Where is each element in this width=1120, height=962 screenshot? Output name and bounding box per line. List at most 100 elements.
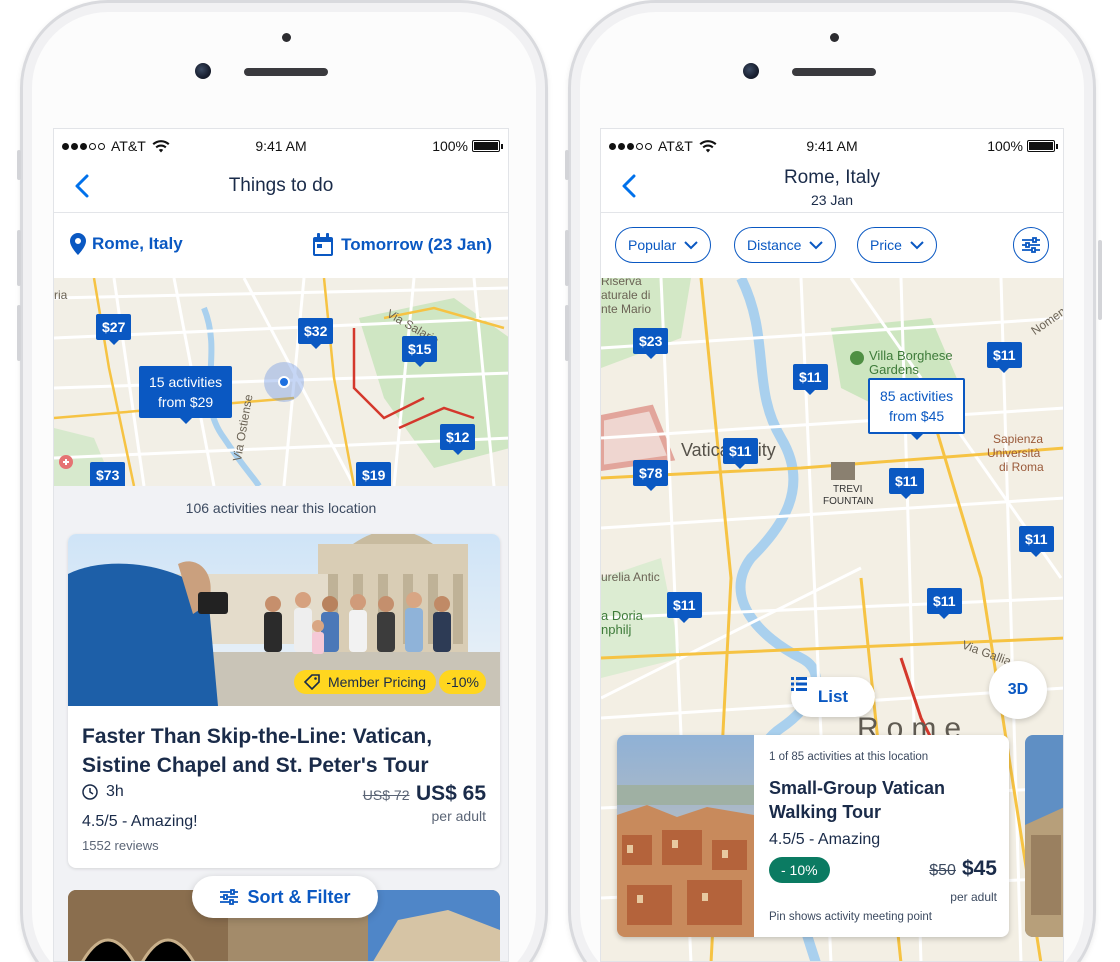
chip-label: Price bbox=[870, 237, 902, 253]
map-price-pin[interactable]: $15 bbox=[402, 336, 438, 367]
status-bar: AT&T 9:41 AM 100% bbox=[601, 129, 1063, 161]
list-view-button[interactable]: List bbox=[791, 677, 875, 717]
activity-list: 106 activities near this location Member… bbox=[54, 486, 508, 961]
location-selector[interactable]: Rome, Italy bbox=[70, 233, 183, 255]
page-subtitle: 23 Jan bbox=[810, 192, 854, 208]
activity-title[interactable]: Small-Group Vatican Walking Tour bbox=[769, 776, 999, 824]
sort-price-chip[interactable]: Price bbox=[857, 227, 937, 263]
activity-position: 1 of 85 activities at this location bbox=[769, 751, 929, 763]
map-label-sapienza: Sapienza bbox=[993, 432, 1044, 446]
map-price-pin[interactable]: $11 bbox=[927, 588, 962, 619]
map-price-pin[interactable]: $11 bbox=[667, 592, 702, 623]
map-price-pin[interactable]: $12 bbox=[440, 424, 476, 455]
map-price-pin[interactable]: $27 bbox=[96, 314, 132, 345]
map-price-pin[interactable]: $78 bbox=[633, 460, 669, 491]
map-left[interactable]: ria Via Ostiense Via Salaria $27 $32 $15… bbox=[54, 278, 508, 486]
rating: 4.5/5 - Amazing! bbox=[82, 813, 198, 830]
current-price: US$ 65 bbox=[415, 782, 486, 805]
sort-popular-chip[interactable]: Popular bbox=[615, 227, 712, 263]
power-button bbox=[1098, 240, 1102, 320]
nav-bar: Things to do bbox=[54, 161, 508, 213]
front-sensor bbox=[282, 33, 291, 42]
calendar-icon bbox=[313, 233, 334, 256]
screen-right: AT&T 9:41 AM 100% Rome, Italy 23 Jan Pop… bbox=[600, 128, 1064, 962]
chevron-down-icon bbox=[910, 240, 924, 249]
map-label-trevi-fountain: FOUNTAIN bbox=[823, 496, 874, 507]
3d-toggle-button[interactable]: 3D bbox=[989, 661, 1047, 719]
map-activity-cluster[interactable]: 15 activities from $29 bbox=[139, 366, 233, 424]
map-label-doria: a Doria bbox=[601, 608, 643, 623]
cluster-count: 15 activities bbox=[149, 374, 223, 390]
map-label-riserva: Riserva bbox=[601, 278, 642, 288]
battery-percent: 100% bbox=[432, 138, 468, 154]
activity-card[interactable]: 1 of 85 activities at this location Smal… bbox=[617, 735, 1009, 937]
front-camera bbox=[195, 63, 211, 79]
front-sensor bbox=[830, 33, 839, 42]
page-title: Rome, Italy bbox=[783, 167, 881, 188]
sliders-icon bbox=[1022, 237, 1040, 253]
activity-title[interactable]: Faster Than Skip-the-Line: Vatican, Sist… bbox=[82, 722, 486, 780]
sort-distance-chip[interactable]: Distance bbox=[734, 227, 837, 263]
activity-photo bbox=[1025, 735, 1063, 937]
battery-icon bbox=[472, 140, 503, 152]
map-label-villa-borghese: Villa Borghese bbox=[869, 348, 953, 363]
price-unit: per adult bbox=[431, 808, 486, 824]
cluster-count: 85 activities bbox=[880, 388, 954, 404]
map-label-aurelia: urelia Antic bbox=[601, 570, 660, 584]
current-location-marker bbox=[264, 362, 304, 402]
activity-card[interactable]: Member Pricing -10% Faster Than Skip-the… bbox=[68, 534, 500, 868]
battery-icon bbox=[1027, 140, 1058, 152]
location-date-row: Rome, Italy Tomorrow (23 Jan) bbox=[54, 213, 508, 278]
review-count: 1552 reviews bbox=[82, 838, 159, 853]
chip-label: Popular bbox=[628, 237, 677, 253]
earpiece-speaker bbox=[244, 68, 328, 76]
current-price: $45 bbox=[961, 857, 997, 880]
map-price-pin[interactable]: $11 bbox=[1019, 526, 1054, 557]
meeting-point-note: Pin shows activity meeting point bbox=[769, 911, 932, 923]
price-box: US$ 72 US$ 65 per adult bbox=[363, 782, 486, 824]
activity-photo bbox=[617, 735, 754, 937]
page-title: Things to do bbox=[228, 175, 334, 196]
sort-filter-label: Sort & Filter bbox=[247, 886, 351, 907]
activity-card-next[interactable] bbox=[1025, 735, 1063, 937]
volume-down-button bbox=[17, 305, 21, 361]
map-label-ria: ria bbox=[54, 288, 68, 302]
filter-settings-button[interactable] bbox=[1013, 227, 1049, 263]
map-price-pin[interactable]: $11 bbox=[723, 438, 758, 469]
chevron-down-icon bbox=[684, 240, 698, 249]
sort-filter-button[interactable]: Sort & Filter bbox=[192, 876, 378, 918]
map-price-pin[interactable]: $11 bbox=[889, 468, 924, 499]
map-price-pin[interactable]: $11 bbox=[793, 364, 828, 395]
date-selector[interactable]: Tomorrow (23 Jan) bbox=[312, 233, 492, 257]
clock-icon bbox=[82, 784, 98, 800]
map-price-pin[interactable]: $32 bbox=[298, 318, 334, 349]
volume-up-button bbox=[17, 230, 21, 286]
mute-switch bbox=[565, 150, 569, 180]
map-label-monte-mario: nte Mario bbox=[601, 302, 652, 316]
map-label-riserva-2: aturale di bbox=[601, 288, 651, 302]
duration: 3h bbox=[82, 783, 124, 801]
map-label-gardens: Gardens bbox=[869, 362, 919, 377]
map-price-pin[interactable]: $19 bbox=[356, 462, 392, 486]
tag-icon bbox=[303, 674, 320, 690]
discount-badge: -10% bbox=[439, 670, 486, 694]
mute-switch bbox=[17, 150, 21, 180]
volume-down-button bbox=[565, 305, 569, 361]
map-activity-cluster[interactable]: 85 activities from $45 bbox=[868, 378, 966, 440]
rating: 4.5/5 - Amazing bbox=[769, 831, 881, 848]
cluster-price: from $29 bbox=[157, 394, 214, 410]
map-price-pin[interactable]: $11 bbox=[987, 342, 1022, 373]
list-icon bbox=[791, 677, 807, 691]
member-pricing-badge: Member Pricing bbox=[293, 670, 436, 694]
list-label: List bbox=[817, 687, 849, 706]
location-label: Rome, Italy bbox=[92, 234, 183, 253]
activities-count: 106 activities near this location bbox=[185, 500, 377, 516]
nav-bar: Rome, Italy 23 Jan bbox=[601, 161, 1063, 213]
cluster-price: from $45 bbox=[888, 408, 945, 424]
status-bar: AT&T 9:41 AM 100% bbox=[54, 129, 508, 161]
map-right[interactable]: Riserva aturale di nte Mario Villa Borgh… bbox=[601, 278, 1063, 961]
map-label-doria-2: nphilj bbox=[601, 622, 632, 637]
map-price-pin[interactable]: $23 bbox=[633, 328, 669, 359]
duration-label: 3h bbox=[106, 783, 124, 800]
map-price-pin[interactable]: $73 bbox=[90, 462, 126, 486]
